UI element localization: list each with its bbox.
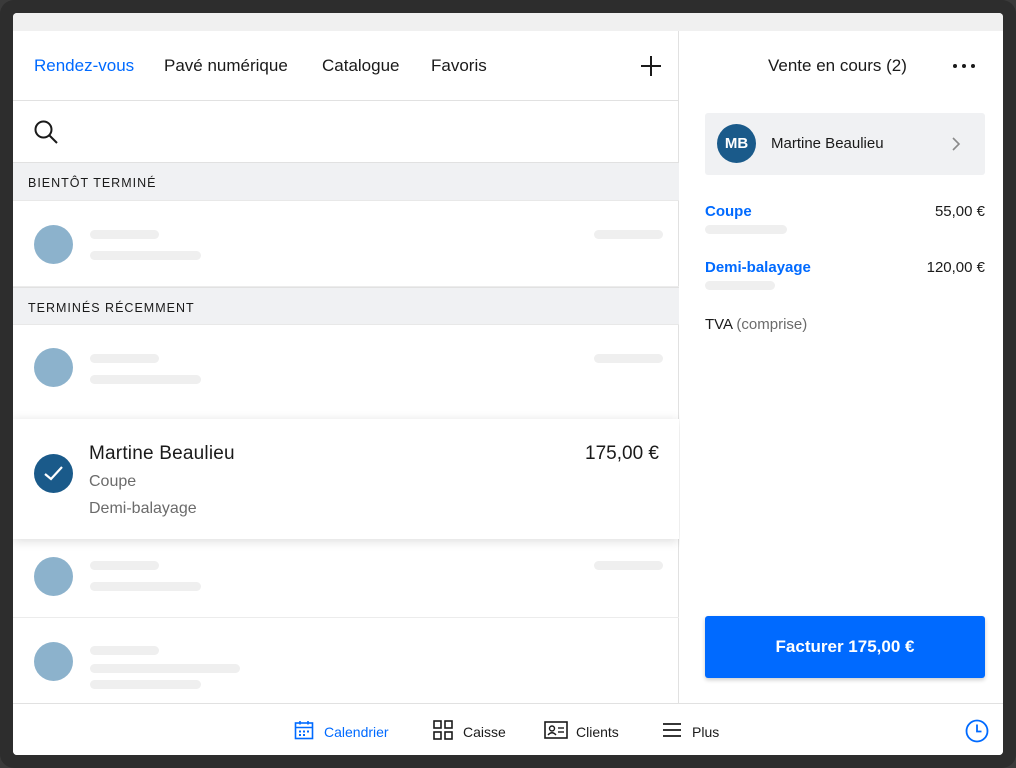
current-sale-title: Vente en cours (2) bbox=[768, 56, 907, 75]
clock-icon bbox=[965, 719, 989, 743]
nav-calendrier[interactable]: Calendrier bbox=[294, 721, 398, 742]
list-item[interactable] bbox=[13, 618, 679, 703]
nav-plus[interactable]: Plus bbox=[662, 722, 734, 742]
avatar-placeholder bbox=[34, 225, 73, 264]
appointments-pane: Rendez-vous Pavé numérique Catalogue Fav… bbox=[13, 31, 679, 703]
contact-card-icon bbox=[544, 721, 568, 739]
text-placeholder bbox=[90, 354, 159, 363]
screen: Rendez-vous Pavé numérique Catalogue Fav… bbox=[13, 13, 1003, 755]
avatar-placeholder bbox=[34, 348, 73, 387]
avatar-placeholder bbox=[34, 642, 73, 681]
avatar-placeholder bbox=[34, 557, 73, 596]
text-placeholder bbox=[705, 225, 787, 234]
tab-bar: Rendez-vous Pavé numérique Catalogue Fav… bbox=[13, 31, 679, 101]
list-item[interactable] bbox=[13, 539, 679, 618]
nav-label: Clients bbox=[576, 724, 619, 740]
clock-button[interactable] bbox=[965, 719, 989, 743]
sale-item-price: 120,00 € bbox=[926, 259, 985, 276]
chevron-right-icon bbox=[952, 137, 961, 151]
search-input[interactable] bbox=[71, 115, 661, 149]
nav-caisse[interactable]: Caisse bbox=[433, 720, 513, 742]
current-sale-pane: Vente en cours (2) MB Martine Beaulieu C… bbox=[680, 31, 1003, 703]
calendar-icon bbox=[294, 721, 314, 740]
text-placeholder bbox=[594, 354, 663, 363]
more-options-button[interactable] bbox=[952, 61, 976, 71]
section-title: BIENTÔT TERMINÉ bbox=[28, 176, 157, 190]
sale-item-price: 55,00 € bbox=[934, 203, 985, 220]
sale-item-name[interactable]: Demi-balayage bbox=[705, 259, 811, 276]
text-placeholder bbox=[90, 680, 201, 689]
search-bar bbox=[13, 101, 679, 163]
charge-button[interactable]: Facturer 175,00 € bbox=[705, 616, 985, 678]
grid-icon bbox=[433, 720, 453, 740]
section-header-recent: TERMINÉS RÉCEMMENT bbox=[13, 287, 679, 325]
tab-favoris[interactable]: Favoris bbox=[431, 56, 487, 76]
tab-rendez-vous[interactable]: Rendez-vous bbox=[34, 56, 134, 76]
tablet-frame: Rendez-vous Pavé numérique Catalogue Fav… bbox=[0, 0, 1016, 768]
appointment-price: 175,00 € bbox=[585, 443, 659, 464]
bottom-nav: Calendrier Caisse Clients Plus bbox=[13, 703, 1003, 755]
search-icon[interactable] bbox=[33, 119, 59, 145]
nav-label: Plus bbox=[692, 724, 720, 740]
menu-icon bbox=[663, 723, 681, 737]
nav-label: Calendrier bbox=[324, 724, 389, 740]
nav-label: Caisse bbox=[463, 724, 506, 740]
list-item[interactable] bbox=[13, 325, 679, 419]
tab-pave-numerique[interactable]: Pavé numérique bbox=[164, 56, 288, 76]
text-placeholder bbox=[90, 582, 201, 591]
selected-appointment-card[interactable]: Martine Beaulieu 175,00 € Coupe Demi-bal… bbox=[13, 419, 679, 539]
appointment-service: Coupe bbox=[89, 473, 137, 490]
nav-clients[interactable]: Clients bbox=[544, 721, 628, 742]
text-placeholder bbox=[90, 230, 159, 239]
customer-card[interactable]: MB Martine Beaulieu bbox=[705, 113, 985, 175]
tax-note: (comprise) bbox=[736, 316, 808, 333]
tax-line: TVA (comprise) bbox=[705, 316, 807, 333]
appointment-client-name: Martine Beaulieu bbox=[89, 443, 235, 464]
text-placeholder bbox=[705, 281, 775, 290]
avatar: MB bbox=[717, 124, 756, 163]
text-placeholder bbox=[594, 561, 663, 570]
checkmark-icon bbox=[34, 454, 73, 493]
text-placeholder bbox=[90, 646, 159, 655]
sale-item-name[interactable]: Coupe bbox=[705, 203, 752, 220]
tax-label: TVA bbox=[705, 316, 733, 333]
text-placeholder bbox=[90, 375, 201, 384]
list-item[interactable] bbox=[13, 201, 679, 287]
text-placeholder bbox=[90, 664, 240, 673]
status-bar bbox=[13, 13, 1003, 31]
tab-catalogue[interactable]: Catalogue bbox=[322, 56, 400, 76]
appointment-service: Demi-balayage bbox=[89, 500, 197, 517]
section-title: TERMINÉS RÉCEMMENT bbox=[28, 301, 195, 315]
add-tab-button[interactable] bbox=[638, 53, 664, 79]
customer-name: Martine Beaulieu bbox=[771, 135, 884, 152]
text-placeholder bbox=[594, 230, 663, 239]
plus-icon bbox=[641, 56, 661, 76]
section-header-soon: BIENTÔT TERMINÉ bbox=[13, 162, 679, 201]
text-placeholder bbox=[90, 561, 159, 570]
text-placeholder bbox=[90, 251, 201, 260]
